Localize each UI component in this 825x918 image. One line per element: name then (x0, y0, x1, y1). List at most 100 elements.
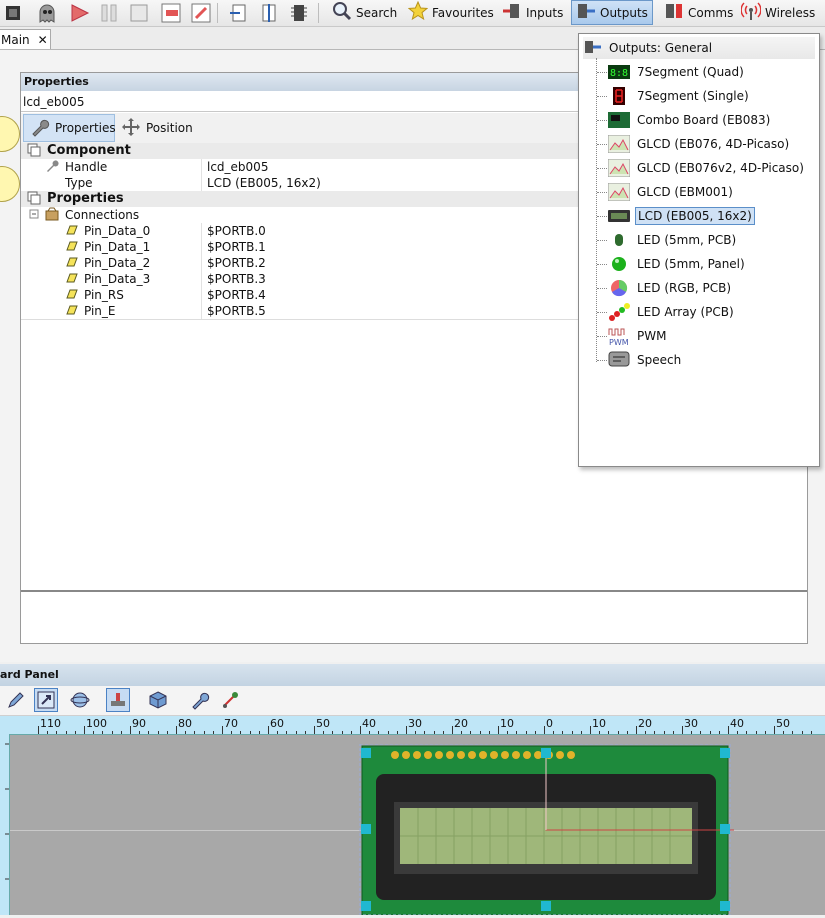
outputs-category-header[interactable]: Outputs: General (583, 37, 815, 59)
pin-value[interactable]: $PORTB.5 (207, 303, 266, 319)
ruler-minor-tick (415, 731, 417, 734)
wireless-button[interactable]: Wireless (737, 0, 819, 25)
seven-segment-single-icon (608, 87, 630, 105)
step-over-icon[interactable] (190, 2, 212, 24)
ruler-minor-tick (369, 731, 371, 734)
ruler-minor-tick (111, 731, 113, 734)
ruler-minor-tick (350, 731, 352, 734)
outputs-menu-item[interactable]: GLCD (EB076v2, 4D-Picaso) (608, 157, 806, 179)
outputs-menu-item-label: PWM (637, 329, 667, 343)
cube-icon[interactable] (146, 688, 170, 712)
ruler-label: 40 (362, 717, 376, 730)
chip-icon[interactable] (2, 2, 24, 24)
search-button[interactable]: Search (328, 0, 401, 25)
outputs-menu-item[interactable]: LED (5mm, PCB) (608, 229, 738, 251)
lcd-component[interactable] (358, 744, 734, 915)
pin-value[interactable]: $PORTB.3 (207, 271, 266, 287)
outputs-menu-item[interactable]: 7Segment (Single) (608, 85, 751, 107)
pin-name: Pin_Data_3 (84, 272, 151, 286)
orbit-icon[interactable] (68, 688, 92, 712)
close-icon[interactable]: ✕ (38, 33, 48, 47)
type-value: LCD (EB005, 16x2) (207, 176, 321, 190)
tab-properties[interactable]: Properties (23, 114, 116, 142)
stop-icon[interactable] (128, 2, 150, 24)
outputs-menu-item[interactable]: LED Array (PCB) (608, 301, 736, 323)
ruler-minor-tick (792, 731, 794, 734)
outputs-menu-item[interactable]: LCD (EB005, 16x2) (608, 205, 755, 227)
ruler-label: 30 (684, 717, 698, 730)
select-tool-icon[interactable] (34, 688, 58, 712)
ruler-minor-tick (525, 731, 527, 734)
column-divider (201, 159, 202, 175)
pin-name: Pin_Data_2 (84, 256, 151, 270)
outputs-menu-item-label: 7Segment (Quad) (637, 65, 744, 79)
ruler-minor-tick (240, 731, 242, 734)
tab-main-label: Main (1, 32, 30, 47)
svg-text:8:8: 8:8 (610, 68, 628, 79)
ruler-minor-tick (332, 731, 334, 734)
outputs-menu-item[interactable]: LED (RGB, PCB) (608, 277, 733, 299)
column-divider (201, 287, 202, 303)
outputs-menu-item[interactable]: Combo Board (EB083) (608, 109, 772, 131)
ruler-minor-tick (553, 731, 555, 734)
seven-segment-quad-icon: 8:8 (608, 63, 630, 81)
ruler-minor-tick (783, 731, 785, 734)
step-into-icon[interactable] (160, 2, 182, 24)
outputs-menu-item[interactable]: LED (5mm, Panel) (608, 253, 747, 275)
place-component-icon[interactable] (106, 688, 130, 712)
ruler-minor-tick (323, 731, 325, 734)
column-divider (201, 271, 202, 287)
ruler-minor-tick (139, 731, 141, 734)
toolbar-separator (318, 3, 319, 23)
favourites-button[interactable]: Favourites (404, 0, 498, 25)
ruler-label: 50 (776, 717, 790, 730)
wrench-tool-icon[interactable] (188, 688, 212, 712)
handle-value[interactable]: lcd_eb005 (207, 159, 268, 175)
glcd-icon (608, 135, 630, 153)
breakpoint-icon[interactable] (228, 2, 250, 24)
ruler-minor-tick (194, 731, 196, 734)
tree-branch-line (597, 192, 607, 193)
ghost-icon[interactable] (36, 2, 58, 24)
dashboard-panel-title: ard Panel (0, 664, 825, 686)
tree-branch-line (597, 240, 607, 241)
pin-value[interactable]: $PORTB.1 (207, 239, 266, 255)
tab-main[interactable]: Main ✕ (0, 29, 51, 49)
pin-value[interactable]: $PORTB.4 (207, 287, 266, 303)
probe-icon[interactable] (218, 688, 242, 712)
type-label: Type (65, 176, 93, 190)
ruler-minor-tick (277, 731, 279, 734)
outputs-menu-item[interactable]: GLCD (EB076, 4D-Picaso) (608, 133, 791, 155)
watch-icon[interactable] (258, 2, 280, 24)
inputs-button[interactable]: Inputs (498, 0, 567, 25)
ruler-tick (682, 726, 683, 734)
outputs-button[interactable]: Outputs (571, 0, 653, 25)
component-chip-icon[interactable] (288, 2, 310, 24)
outputs-menu-item[interactable]: 8:8 7Segment (Quad) (608, 61, 746, 83)
inputs-label: Inputs (526, 5, 564, 20)
outputs-menu-item-label: LED Array (PCB) (637, 305, 734, 319)
ruler-minor-tick (534, 731, 536, 734)
ruler-label: 100 (86, 717, 107, 730)
outputs-menu-item[interactable]: PWM PWM (608, 325, 668, 347)
connections-label: Connections (65, 208, 140, 222)
ruler-minor-tick (663, 731, 665, 734)
ruler-tick (728, 726, 729, 734)
ruler-tick (452, 726, 453, 734)
run-icon[interactable] (68, 2, 90, 24)
ruler-minor-tick (709, 731, 711, 734)
ruler-minor-tick (47, 731, 49, 734)
comms-button[interactable]: Comms (660, 0, 737, 25)
ruler-minor-tick (433, 731, 435, 734)
pin-value[interactable]: $PORTB.0 (207, 223, 266, 239)
ruler-minor-tick (295, 731, 297, 734)
tab-position[interactable]: Position (115, 114, 205, 142)
pencil-icon[interactable] (4, 688, 28, 712)
wireless-label: Wireless (765, 5, 816, 20)
pause-icon[interactable] (98, 2, 120, 24)
outputs-menu-item[interactable]: Speech (608, 349, 683, 371)
tab-properties-label: Properties (55, 121, 116, 135)
outputs-label: Outputs (600, 5, 648, 20)
outputs-menu-item[interactable]: GLCD (EBM001) (608, 181, 735, 203)
pin-value[interactable]: $PORTB.2 (207, 255, 266, 271)
